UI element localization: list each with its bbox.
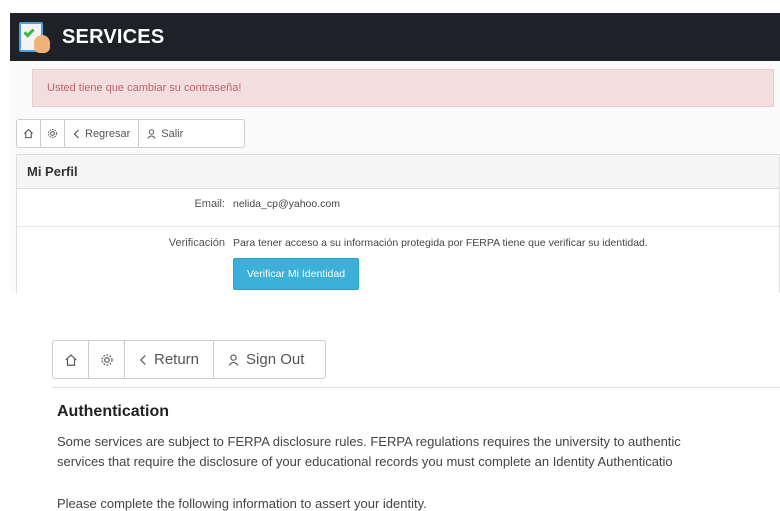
alert-text: Usted tiene que cambiar su contraseña!	[47, 82, 242, 94]
email-row: Email: nelida_cp@yahoo.com	[17, 189, 779, 227]
chevron-left-icon	[139, 354, 146, 365]
chevron-left-icon	[73, 129, 79, 138]
verify-identity-button[interactable]: Verificar Mi Identidad	[233, 258, 360, 290]
toolbar: Return Sign Out	[52, 340, 326, 379]
instruction-text: Please complete the following informatio…	[57, 496, 427, 511]
home-button[interactable]	[17, 120, 41, 147]
return-label: Return	[154, 351, 200, 368]
user-icon	[228, 353, 239, 366]
divider	[52, 387, 780, 388]
home-icon	[64, 353, 77, 366]
home-icon	[23, 128, 34, 139]
logout-button[interactable]: Salir	[139, 120, 192, 147]
toolbar: Regresar Salir	[16, 119, 245, 148]
password-alert: Usted tiene que cambiar su contraseña!	[32, 69, 774, 107]
profile-panel: Mi Perfil Email: nelida_cp@yahoo.com Ver…	[16, 154, 780, 293]
ferpa-paragraph-line1: Some services are subject to FERPA discl…	[57, 434, 681, 449]
verification-text: Para tener acceso a su información prote…	[233, 237, 648, 249]
back-button[interactable]: Regresar	[65, 120, 140, 147]
sign-out-button[interactable]: Sign Out	[214, 341, 319, 378]
spanish-screenshot: SERVICES Usted tiene que cambiar su cont…	[10, 13, 780, 293]
settings-button[interactable]	[41, 120, 65, 147]
panel-title: Mi Perfil	[17, 155, 779, 189]
app-title: SERVICES	[62, 25, 165, 48]
settings-icon	[48, 129, 57, 138]
back-label: Regresar	[85, 127, 131, 140]
home-button[interactable]	[53, 341, 89, 378]
user-icon	[147, 128, 156, 139]
english-screenshot: Return Sign Out Authentication Some serv…	[0, 338, 780, 511]
email-label: Email:	[194, 198, 225, 210]
app-logo-icon	[16, 19, 52, 55]
logout-label: Salir	[161, 127, 184, 140]
authentication-heading: Authentication	[57, 403, 169, 420]
verification-row: Verificación Para tener acceso a su info…	[17, 227, 779, 293]
return-button[interactable]: Return	[125, 341, 215, 378]
app-header: SERVICES	[10, 13, 780, 61]
verification-label: Verificación	[168, 237, 225, 249]
sign-out-label: Sign Out	[246, 351, 305, 368]
email-value: nelida_cp@yahoo.com	[233, 198, 340, 210]
settings-icon	[100, 353, 113, 366]
settings-button[interactable]	[89, 341, 125, 378]
ferpa-paragraph-line2: services that require the disclosure of …	[57, 454, 673, 469]
